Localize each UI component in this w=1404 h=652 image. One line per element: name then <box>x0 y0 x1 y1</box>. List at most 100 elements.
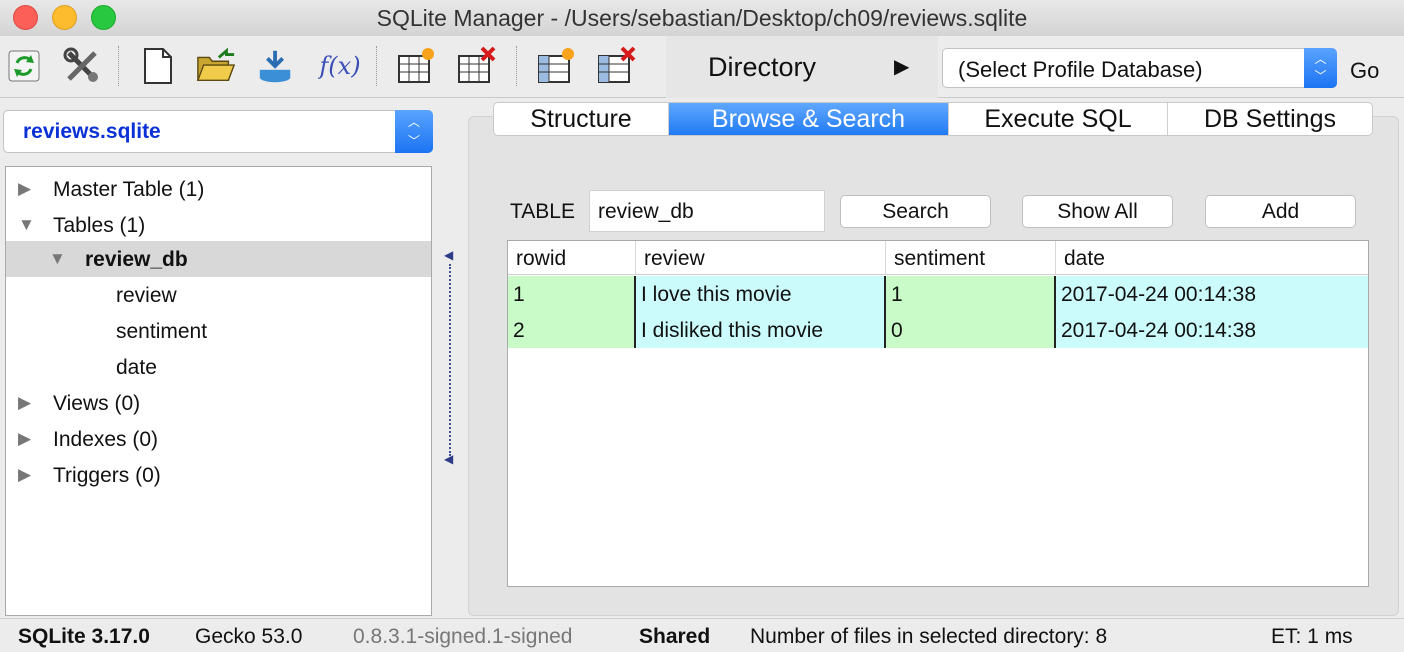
profile-database-value: (Select Profile Database) <box>958 57 1203 82</box>
table-label: TABLE <box>510 200 575 223</box>
cell-rowid[interactable]: 1 <box>508 276 636 312</box>
expand-arrow-icon[interactable]: ▶ <box>18 393 31 413</box>
grid-header: rowid review sentiment date <box>508 241 1368 275</box>
tree-item-tables[interactable]: ▼ Tables (1) <box>6 207 431 243</box>
select-stepper-icon: ︿ ﹀ <box>1304 48 1337 88</box>
window-title: SQLite Manager - /Users/sebastian/Deskto… <box>376 5 1028 31</box>
settings-button[interactable] <box>62 46 102 86</box>
tab-execute-sql[interactable]: Execute SQL <box>949 103 1168 135</box>
tree-item-label: review_db <box>85 248 188 271</box>
collapse-arrow-icon[interactable]: ▼ <box>49 249 66 269</box>
import-icon <box>259 50 291 83</box>
tree-item-column-review[interactable]: review <box>6 277 431 313</box>
add-button[interactable]: Add <box>1205 195 1356 228</box>
create-index-button[interactable] <box>536 46 576 86</box>
search-button[interactable]: Search <box>840 195 991 228</box>
cell-sentiment[interactable]: 0 <box>884 312 1056 348</box>
refresh-icon <box>8 50 40 82</box>
results-grid: rowid review sentiment date 1 I love thi… <box>507 240 1369 587</box>
select-stepper-icon: ︿ ﹀ <box>395 110 433 153</box>
tree-item-views[interactable]: ▶ Views (0) <box>6 385 431 421</box>
panel-splitter[interactable]: ◀ ◀ <box>440 248 456 470</box>
toolbar-separator <box>376 46 377 86</box>
cell-review[interactable]: I love this movie <box>634 276 886 312</box>
drop-index-button[interactable] <box>596 46 636 86</box>
create-index-icon <box>538 48 574 83</box>
tab-structure[interactable]: Structure <box>494 103 669 135</box>
go-button[interactable]: Go <box>1350 58 1379 84</box>
tree-item-label: Views (0) <box>53 392 141 415</box>
tree-item-review-db[interactable]: ▼ review_db <box>6 241 431 277</box>
connection-mode: Shared <box>639 625 711 648</box>
directory-play-icon[interactable]: ▶ <box>894 54 909 79</box>
column-header-rowid[interactable]: rowid <box>508 241 636 275</box>
app-window: SQLite Manager - /Users/sebastian/Deskto… <box>0 0 1404 652</box>
schema-tree: ▶ Master Table (1) ▼ Tables (1) ▼ review… <box>5 166 432 616</box>
create-table-button[interactable] <box>396 46 436 86</box>
collapse-left-icon[interactable]: ◀ <box>444 248 453 262</box>
expand-arrow-icon[interactable]: ▶ <box>18 179 31 199</box>
collapse-arrow-icon[interactable]: ▼ <box>18 215 35 235</box>
table-row[interactable]: 2 I disliked this movie 0 2017-04-24 00:… <box>508 312 1368 348</box>
title-bar: SQLite Manager - /Users/sebastian/Deskto… <box>0 0 1404 36</box>
directory-label: Directory <box>708 52 817 82</box>
files-count: Number of files in selected directory: 8 <box>750 625 1108 648</box>
database-select-value: reviews.sqlite <box>23 120 161 143</box>
database-select[interactable]: reviews.sqlite ︿ ﹀ <box>3 110 433 153</box>
addon-version: 0.8.3.1-signed.1-signed <box>353 625 573 648</box>
cell-date[interactable]: 2017-04-24 00:14:38 <box>1054 312 1368 348</box>
cell-review[interactable]: I disliked this movie <box>634 312 886 348</box>
tree-item-triggers[interactable]: ▶ Triggers (0) <box>6 457 431 493</box>
status-bar: SQLite 3.17.0 Gecko 53.0 0.8.3.1-signed.… <box>0 618 1404 652</box>
expand-arrow-icon[interactable]: ▶ <box>18 429 31 449</box>
toolbar-separator <box>118 46 119 86</box>
tree-item-label: date <box>116 356 157 379</box>
table-name-field[interactable]: review_db <box>589 190 825 232</box>
directory-panel: Directory ▶ <box>666 36 938 98</box>
tree-item-label: review <box>116 284 177 307</box>
new-database-button[interactable] <box>138 46 178 86</box>
open-database-button[interactable] <box>196 46 236 86</box>
minimize-window-button[interactable] <box>52 5 77 30</box>
drop-table-button[interactable] <box>456 46 496 86</box>
settings-tools-icon <box>63 47 98 82</box>
column-header-sentiment[interactable]: sentiment <box>886 241 1056 275</box>
column-header-date[interactable]: date <box>1056 241 1368 275</box>
toolbar: f(x) Directory ▶ (Select Profile Databas… <box>0 36 1404 98</box>
drop-table-icon <box>458 46 496 83</box>
function-icon: f(x) <box>319 52 361 80</box>
tree-item-label: Master Table (1) <box>53 178 205 201</box>
new-database-icon <box>144 48 172 84</box>
profile-database-select[interactable]: (Select Profile Database) ︿ ﹀ <box>942 48 1337 88</box>
collapse-left-icon[interactable]: ◀ <box>444 452 453 466</box>
import-button[interactable] <box>256 46 296 86</box>
tab-browse-search[interactable]: Browse & Search <box>669 103 949 135</box>
expand-arrow-icon[interactable]: ▶ <box>18 465 31 485</box>
tree-item-indexes[interactable]: ▶ Indexes (0) <box>6 421 431 457</box>
column-header-review[interactable]: review <box>636 241 886 275</box>
tree-item-label: Indexes (0) <box>53 428 159 451</box>
tree-item-label: sentiment <box>116 320 208 343</box>
drop-index-icon <box>598 46 636 83</box>
create-table-icon <box>398 48 434 83</box>
table-row[interactable]: 1 I love this movie 1 2017-04-24 00:14:3… <box>508 276 1368 312</box>
tab-db-settings[interactable]: DB Settings <box>1168 103 1372 135</box>
toolbar-separator <box>516 46 517 86</box>
maximize-window-button[interactable] <box>91 5 116 30</box>
tab-bar: Structure Browse & Search Execute SQL DB… <box>493 102 1373 136</box>
cell-date[interactable]: 2017-04-24 00:14:38 <box>1054 276 1368 312</box>
cell-rowid[interactable]: 2 <box>508 312 636 348</box>
tree-item-master-table[interactable]: ▶ Master Table (1) <box>6 171 431 207</box>
refresh-button[interactable] <box>4 46 44 86</box>
close-window-button[interactable] <box>13 5 38 30</box>
open-database-icon <box>196 47 236 81</box>
elapsed-time: ET: 1 ms <box>1271 625 1353 648</box>
sqlite-version: SQLite 3.17.0 <box>18 625 150 648</box>
show-all-button[interactable]: Show All <box>1022 195 1173 228</box>
cell-sentiment[interactable]: 1 <box>884 276 1056 312</box>
tree-item-column-sentiment[interactable]: sentiment <box>6 313 431 349</box>
tree-item-label: Triggers (0) <box>53 464 161 487</box>
function-button[interactable]: f(x) <box>316 46 364 86</box>
splitter-grip <box>449 264 451 456</box>
tree-item-column-date[interactable]: date <box>6 349 431 385</box>
